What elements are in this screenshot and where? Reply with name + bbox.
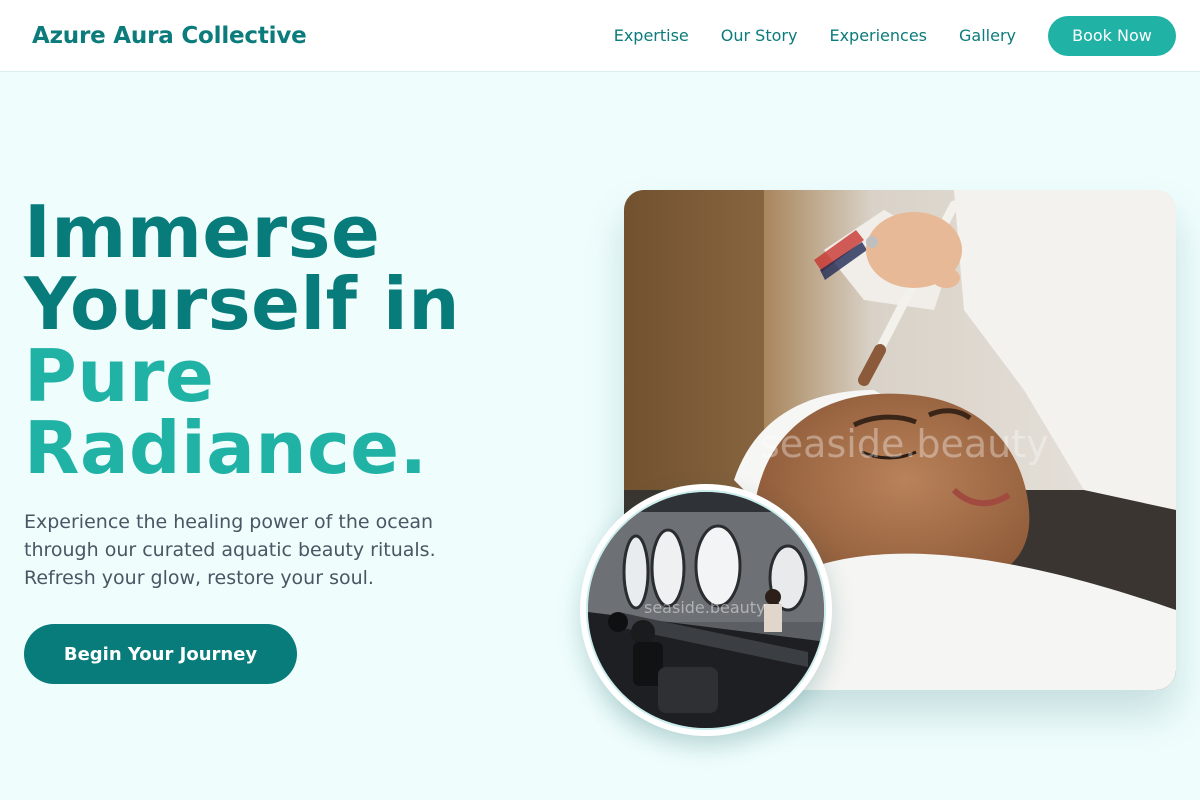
nav-link-gallery[interactable]: Gallery (959, 26, 1016, 45)
hero-subtitle: Experience the healing power of the ocea… (24, 511, 436, 589)
begin-journey-button[interactable]: Begin Your Journey (24, 624, 297, 684)
nav-link-expertise[interactable]: Expertise (614, 26, 689, 45)
main-nav: Expertise Our Story Experiences Gallery … (614, 15, 1176, 56)
circle-photo-watermark: seaside.beauty (644, 598, 766, 617)
book-now-button[interactable]: Book Now (1048, 15, 1176, 56)
nav-link-experiences[interactable]: Experiences (829, 26, 927, 45)
site-header: Azure Aura Collective Expertise Our Stor… (0, 0, 1200, 72)
hero-title-line4: Radiance. (24, 406, 428, 490)
brand-logo[interactable]: Azure Aura Collective (32, 23, 307, 49)
hero-title-line1: Immerse (24, 190, 381, 274)
hero-title-line2: Yourself in (24, 262, 460, 346)
nav-link-our-story[interactable]: Our Story (721, 26, 798, 45)
hero-title: Immerse Yourself in Pure Radiance. (24, 196, 460, 484)
salon-interior-photo: seaside.beauty (580, 484, 832, 736)
main-photo-watermark: seaside.beauty (760, 422, 1049, 466)
hero-title-line3: Pure (24, 334, 215, 418)
